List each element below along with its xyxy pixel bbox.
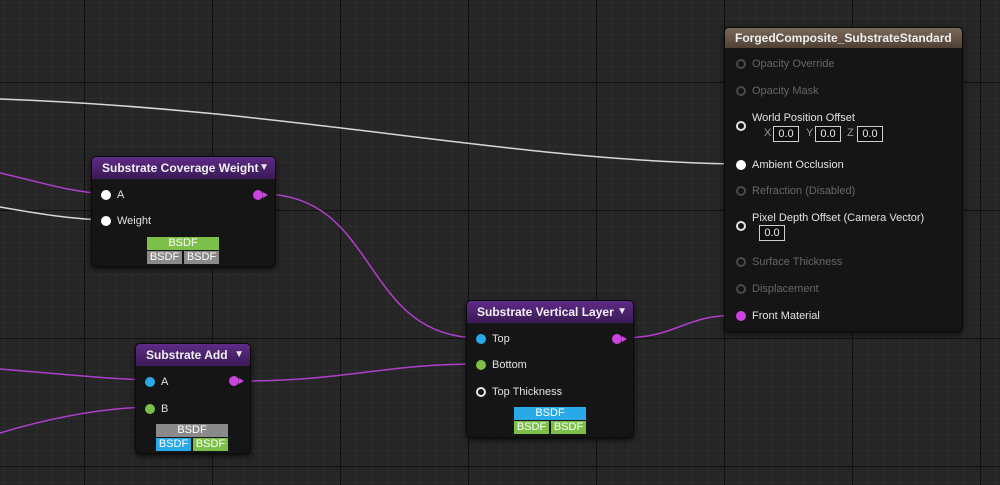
pin-label: B: [161, 403, 169, 415]
output-pin[interactable]: [229, 376, 244, 386]
pin-label: Bottom: [492, 359, 527, 371]
pin-label: Ambient Occlusion: [752, 159, 844, 171]
pin-icon: [736, 160, 746, 170]
pin-icon: [736, 186, 746, 196]
wire-vertical-to-front[interactable]: [619, 314, 741, 339]
pin-label: Pixel Depth Offset (Camera Vector): [752, 212, 925, 224]
node-header[interactable]: Substrate Vertical Layer ▼: [467, 301, 633, 323]
pin-icon: [736, 221, 746, 231]
pin-icon: [736, 284, 746, 294]
pin-label: A: [117, 189, 125, 201]
pin-icon: [736, 311, 746, 321]
node-title: Substrate Coverage Weight: [102, 161, 259, 175]
pin-label: Top: [492, 333, 510, 345]
wpo-x-field[interactable]: 0.0: [773, 126, 799, 142]
pin-label: A: [161, 376, 169, 388]
wire-to-add-b[interactable]: [0, 406, 150, 434]
node-title: Substrate Add: [146, 348, 228, 362]
node-header[interactable]: Substrate Add ▼: [136, 344, 250, 366]
wpo-x-label: X: [764, 127, 772, 139]
pin-label: Refraction (Disabled): [752, 185, 856, 197]
pin-label: Opacity Mask: [752, 85, 819, 97]
pin-icon: [476, 360, 486, 370]
substrate-vertical-layer-node[interactable]: Substrate Vertical Layer ▼ Top Bottom To…: [466, 300, 634, 438]
substrate-coverage-weight-node[interactable]: Substrate Coverage Weight ▼ A Weight BSD…: [91, 156, 276, 267]
input-type-tag: BSDF: [184, 251, 219, 264]
pin-icon: [101, 216, 111, 226]
pin-label: Weight: [117, 215, 152, 227]
wpo-y-field[interactable]: 0.0: [815, 126, 841, 142]
pin-icon: [736, 86, 746, 96]
output-type-tag: BSDF: [514, 407, 586, 420]
input-type-tag: BSDF: [514, 421, 549, 434]
wire-ambient-occlusion[interactable]: [0, 98, 737, 165]
pin-icon: [476, 387, 486, 397]
substrate-add-node[interactable]: Substrate Add ▼ A B BSDF BSDF BSDF: [135, 343, 251, 454]
pin-icon: [476, 334, 486, 344]
pin-label: Front Material: [752, 310, 820, 322]
pin-icon: [736, 59, 746, 69]
wire-coverage-to-top[interactable]: [261, 193, 481, 339]
node-title: Substrate Vertical Layer: [477, 305, 614, 319]
input-type-tag: BSDF: [156, 438, 191, 451]
pixel-depth-offset-field[interactable]: 0.0: [759, 225, 785, 241]
pin-icon: [736, 257, 746, 267]
pin-label: Surface Thickness: [752, 256, 843, 268]
node-header[interactable]: Substrate Coverage Weight ▼: [92, 157, 275, 179]
output-pin[interactable]: [612, 334, 627, 344]
wpo-y-label: Y: [806, 127, 814, 139]
node-title: ForgedComposite_SubstrateStandard: [735, 31, 952, 45]
wire-add-to-bottom[interactable]: [237, 363, 481, 382]
node-header[interactable]: ForgedComposite_SubstrateStandard: [725, 28, 962, 48]
output-type-tag: BSDF: [147, 237, 219, 250]
pin-label: World Position Offset: [752, 112, 855, 124]
pin-icon: [145, 404, 155, 414]
input-type-tag: BSDF: [193, 438, 228, 451]
wire-to-add-a[interactable]: [0, 368, 150, 381]
pin-icon: [101, 190, 111, 200]
pin-icon: [736, 121, 746, 131]
chevron-down-icon[interactable]: ▼: [617, 301, 627, 323]
output-type-tag: BSDF: [156, 424, 228, 437]
input-type-tag: BSDF: [147, 251, 182, 264]
material-result-node[interactable]: ForgedComposite_SubstrateStandard Opacit…: [724, 27, 963, 332]
pin-label: Top Thickness: [492, 386, 563, 398]
pin-label: Displacement: [752, 283, 819, 295]
pin-label: Opacity Override: [752, 58, 835, 70]
wpo-z-label: Z: [847, 127, 854, 139]
output-pin[interactable]: [253, 190, 268, 200]
chevron-down-icon[interactable]: ▼: [259, 157, 269, 179]
wpo-z-field[interactable]: 0.0: [857, 126, 883, 142]
chevron-down-icon[interactable]: ▼: [234, 344, 244, 366]
input-type-tag: BSDF: [551, 421, 586, 434]
pin-icon: [145, 377, 155, 387]
